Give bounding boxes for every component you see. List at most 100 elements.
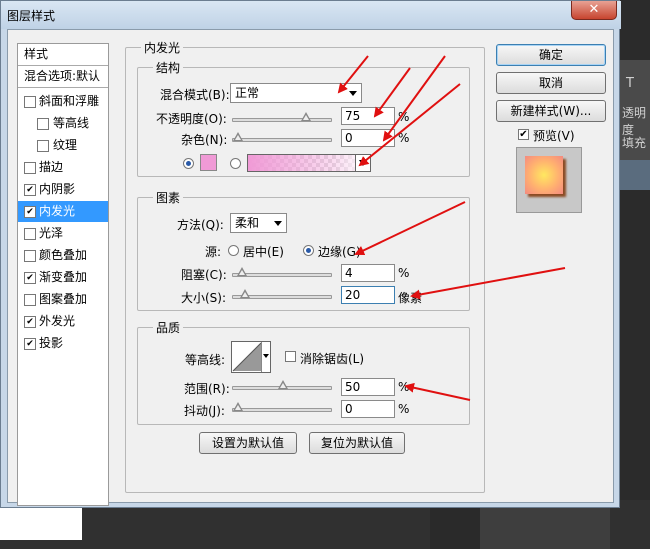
style-item-label: 内发光	[39, 204, 76, 218]
style-item-checkbox[interactable]	[37, 140, 49, 152]
antialias-label: 消除锯齿(L)	[300, 352, 365, 366]
size-slider-thumb[interactable]	[240, 289, 251, 298]
style-item[interactable]: 描边	[18, 157, 108, 178]
noise-slider[interactable]	[232, 132, 332, 142]
style-item[interactable]: 光泽	[18, 223, 108, 244]
style-item-checkbox[interactable]: ✔	[24, 316, 36, 328]
antialias-checkbox[interactable]	[285, 351, 296, 362]
gradient-radio[interactable]	[230, 158, 241, 169]
gradient-dropdown-button[interactable]	[355, 155, 370, 171]
jitter-slider-thumb[interactable]	[233, 402, 243, 411]
contour-label: 等高线:	[185, 353, 226, 367]
blend-options-label: 混合选项:默认	[24, 69, 101, 83]
bg-fill-label: 填充	[622, 136, 647, 150]
style-item-label: 描边	[39, 160, 64, 174]
style-item-checkbox[interactable]: ✔	[24, 184, 36, 196]
style-item[interactable]: 图案叠加	[18, 289, 108, 310]
style-item-label: 光泽	[39, 226, 64, 240]
method-select[interactable]: 柔和	[230, 213, 287, 233]
canvas-gray-area	[480, 505, 610, 549]
preview-checkbox[interactable]: ✔	[518, 129, 529, 140]
opacity-label: 不透明度(O):	[156, 112, 227, 126]
size-slider[interactable]	[232, 289, 332, 299]
noise-label: 杂色(N):	[181, 133, 228, 147]
canvas-dark-area	[430, 505, 480, 549]
style-list-header-label: 样式	[24, 47, 49, 61]
source-edge-radio[interactable]	[303, 245, 314, 256]
solid-color-radio[interactable]	[183, 158, 194, 169]
preview-label: 预览(V)	[533, 129, 575, 143]
choke-slider-thumb[interactable]	[236, 267, 247, 276]
method-value: 柔和	[235, 216, 260, 230]
size-input[interactable]: 20	[341, 286, 395, 304]
style-item[interactable]: ✔ 渐变叠加	[18, 267, 108, 288]
style-item[interactable]: 颜色叠加	[18, 245, 108, 266]
source-edge-label: 边缘(G)	[318, 245, 361, 259]
method-label: 方法(Q):	[177, 218, 224, 232]
style-item-label: 斜面和浮雕	[39, 94, 100, 108]
style-item[interactable]: 纹理	[18, 135, 108, 156]
source-center-radio[interactable]	[228, 245, 239, 256]
choke-slider[interactable]	[232, 267, 332, 277]
contour-picker[interactable]	[231, 341, 271, 373]
style-item[interactable]: ✔ 内发光	[18, 201, 108, 222]
style-item-label: 颜色叠加	[39, 248, 88, 262]
cancel-button[interactable]: 取消	[496, 72, 606, 94]
noise-unit: %	[398, 131, 410, 145]
style-item-checkbox[interactable]: ✔	[24, 206, 36, 218]
style-preview-thumbnail	[516, 147, 582, 213]
range-slider-thumb[interactable]	[278, 380, 288, 389]
choke-unit: %	[398, 266, 410, 280]
source-center-label: 居中(E)	[243, 245, 284, 259]
style-item-checkbox[interactable]	[24, 228, 36, 240]
style-item-checkbox[interactable]	[24, 250, 36, 262]
chevron-down-icon	[274, 221, 282, 226]
choke-label: 阻塞(C):	[181, 268, 227, 282]
jitter-label: 抖动(J):	[184, 404, 225, 418]
style-item[interactable]: 等高线	[18, 113, 108, 134]
inner-glow-title: 内发光	[141, 39, 184, 56]
dialog-titlebar[interactable]: 图层样式	[1, 1, 621, 29]
blend-mode-select[interactable]: 正常	[230, 83, 362, 103]
new-style-button[interactable]: 新建样式(W)...	[496, 100, 606, 122]
make-default-button[interactable]: 设置为默认值	[199, 432, 297, 454]
style-item[interactable]: 斜面和浮雕	[18, 91, 108, 112]
jitter-input[interactable]: 0	[341, 400, 395, 418]
ok-button[interactable]: 确定	[496, 44, 606, 66]
choke-input[interactable]: 4	[341, 264, 395, 282]
reset-default-button[interactable]: 复位为默认值	[309, 432, 405, 454]
opacity-input[interactable]: 75	[341, 107, 395, 125]
style-item-checkbox[interactable]	[24, 96, 36, 108]
style-item[interactable]: ✔ 投影	[18, 333, 108, 354]
gradient-picker[interactable]	[247, 154, 371, 172]
blend-options-item[interactable]: 混合选项:默认	[18, 66, 108, 88]
structure-title: 结构	[153, 59, 184, 76]
opacity-slider-thumb[interactable]	[300, 112, 311, 121]
style-item-checkbox[interactable]	[37, 118, 49, 130]
style-list-header[interactable]: 样式	[18, 44, 108, 66]
style-item-label: 等高线	[53, 116, 90, 130]
jitter-slider[interactable]	[232, 402, 332, 412]
blend-mode-label: 混合模式(B):	[160, 88, 230, 102]
range-slider[interactable]	[232, 380, 332, 390]
style-item-label: 内阴影	[39, 182, 76, 196]
glow-color-swatch[interactable]	[200, 154, 217, 171]
style-item[interactable]: ✔ 内阴影	[18, 179, 108, 200]
style-item-checkbox[interactable]	[24, 294, 36, 306]
noise-input[interactable]: 0	[341, 129, 395, 147]
style-item-checkbox[interactable]: ✔	[24, 272, 36, 284]
close-button[interactable]: ✕	[571, 1, 617, 20]
contour-preview-icon	[232, 342, 262, 372]
chevron-down-icon	[359, 160, 367, 166]
range-input[interactable]: 50	[341, 378, 395, 396]
style-item-label: 外发光	[39, 314, 76, 328]
contour-dropdown-button[interactable]	[261, 342, 270, 372]
range-unit: %	[398, 380, 410, 394]
style-item[interactable]: ✔ 外发光	[18, 311, 108, 332]
jitter-unit: %	[398, 402, 410, 416]
noise-slider-thumb[interactable]	[233, 132, 243, 141]
style-item-checkbox[interactable]	[24, 162, 36, 174]
opacity-slider[interactable]	[232, 112, 332, 122]
style-item-checkbox[interactable]: ✔	[24, 338, 36, 350]
opacity-unit: %	[398, 110, 410, 124]
